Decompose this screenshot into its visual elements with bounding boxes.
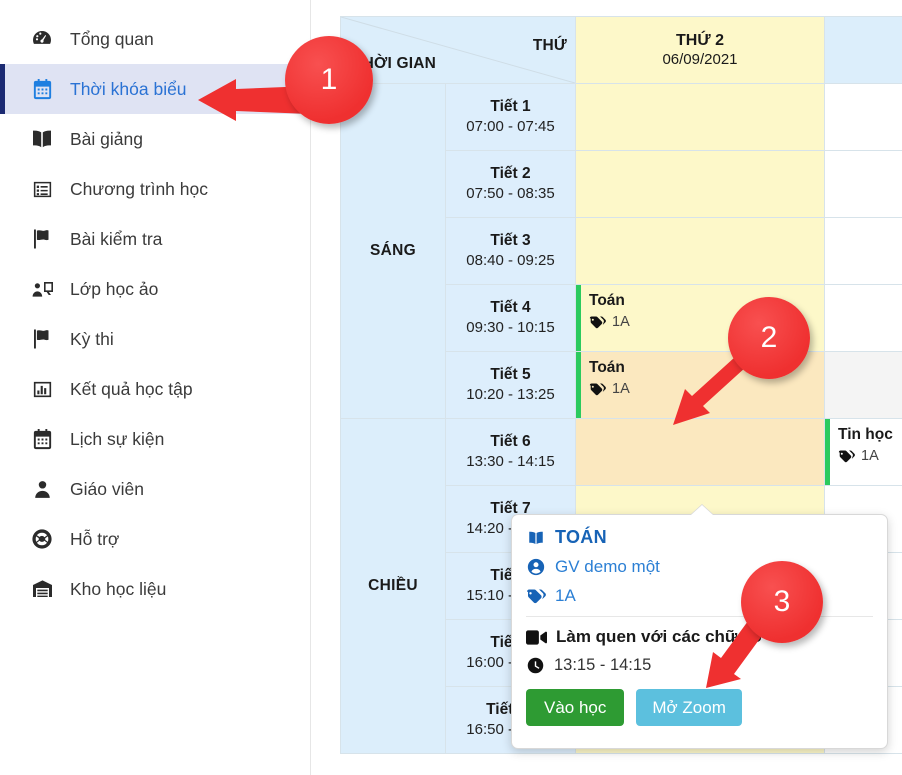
period-name: Tiết 4	[490, 299, 531, 317]
sidebar-item-label: Kho học liệu	[70, 578, 167, 599]
sidebar-item-lop-hoc-ao[interactable]: Lớp học ảo	[0, 264, 310, 314]
popover-time: 13:15 - 14:15	[554, 656, 652, 674]
sidebar-item-kho-hoc-lieu[interactable]: Kho học liệu	[0, 564, 310, 614]
sidebar-item-label: Lớp học ảo	[70, 278, 159, 299]
popover-caret	[691, 505, 713, 515]
period-time: 07:50 - 08:35	[466, 185, 555, 203]
event-tag: 1A	[838, 448, 902, 464]
sidebar-item-tong-quan[interactable]: Tổng quan	[0, 14, 310, 64]
sidebar-item-label: Kỳ thi	[70, 328, 114, 349]
calendar-icon	[27, 426, 57, 452]
list-icon	[27, 176, 57, 202]
sidebar-item-label: Tổng quan	[70, 28, 154, 49]
period-cell: Tiết 4 09:30 - 10:15	[445, 284, 576, 352]
period-name: Tiết 5	[490, 366, 531, 384]
event-subject: Tin học	[838, 426, 893, 443]
slot-day2-p2[interactable]	[824, 150, 902, 218]
event-card[interactable]: Tin học 1A	[825, 419, 902, 485]
timetable-header-row: THỨ THỜI GIAN THỨ 2 06/09/2021	[340, 16, 902, 84]
clock-icon	[526, 656, 545, 675]
popover-teacher-name: GV demo một	[555, 557, 660, 576]
corner-day-label: THỨ	[532, 37, 567, 54]
period-time: 13:30 - 14:15	[466, 453, 555, 471]
popover-subject-row: TOÁN	[526, 527, 873, 548]
bar-chart-icon	[27, 376, 57, 402]
event-tag-label: 1A	[861, 448, 879, 464]
flag-icon	[27, 226, 57, 252]
session-label-chieu: CHIỀU	[340, 418, 446, 754]
annotation-badge-2: 2	[728, 297, 810, 379]
sidebar-item-label: Bài kiểm tra	[70, 228, 163, 249]
popover-teacher-row[interactable]: GV demo một	[526, 557, 873, 577]
day-header-thu-2[interactable]: THỨ 2 06/09/2021	[575, 16, 825, 84]
dashboard-icon	[27, 26, 57, 52]
period-name: Tiết 2	[490, 165, 531, 183]
day-name: THỨ 2	[676, 31, 724, 49]
event-tag-label: 1A	[612, 314, 630, 330]
period-cell: Tiết 6 13:30 - 14:15	[445, 418, 576, 486]
annotation-badge-1: 1	[285, 36, 373, 124]
table-row: CHIỀU Tiết 6 13:30 - 14:15 Tin học 1A	[340, 418, 902, 754]
sidebar-item-lich-su-kien[interactable]: Lịch sự kiện	[0, 414, 310, 464]
table-row: SÁNG Tiết 1 07:00 - 07:45	[340, 83, 902, 419]
tag-icon	[838, 450, 855, 462]
join-class-button[interactable]: Vào học	[526, 689, 625, 726]
sidebar-item-ky-thi[interactable]: Kỳ thi	[0, 314, 310, 364]
sidebar-item-ket-qua-hoc-tap[interactable]: Kết quả học tập	[0, 364, 310, 414]
lifebuoy-icon	[27, 526, 57, 552]
book-icon	[526, 529, 546, 547]
period-time: 07:00 - 07:45	[466, 118, 555, 136]
sidebar-item-giao-vien[interactable]: Giáo viên	[0, 464, 310, 514]
period-cell: Tiết 2 07:50 - 08:35	[445, 150, 576, 218]
period-time: 09:30 - 10:15	[466, 319, 555, 337]
period-name: Tiết 6	[490, 433, 531, 451]
slot-day1-p3[interactable]	[575, 217, 825, 285]
sidebar-item-label: Bài giảng	[70, 128, 143, 149]
tag-icon	[589, 316, 606, 328]
slot-day2-p3[interactable]	[824, 217, 902, 285]
day-date: 06/09/2021	[662, 50, 738, 68]
sidebar-item-label: Lịch sự kiện	[70, 428, 165, 449]
calendar-icon	[27, 76, 57, 102]
slot-day1-p1[interactable]	[575, 83, 825, 151]
period-name: Tiết 1	[490, 98, 531, 116]
sidebar-item-label: Thời khóa biểu	[70, 78, 187, 99]
user-icon	[27, 476, 57, 502]
user-circle-icon	[526, 557, 546, 577]
period-time: 08:40 - 09:25	[466, 252, 555, 270]
video-camera-icon	[526, 629, 547, 645]
slot-day2-p1[interactable]	[824, 83, 902, 151]
flag-icon	[27, 326, 57, 352]
warehouse-icon	[27, 576, 57, 602]
period-cell: Tiết 3 08:40 - 09:25	[445, 217, 576, 285]
book-icon	[27, 126, 57, 152]
annotation-badge-3: 3	[741, 561, 823, 643]
tag-icon	[589, 383, 606, 395]
event-tag-label: 1A	[612, 381, 630, 397]
sidebar-item-chuong-trinh-hoc[interactable]: Chương trình học	[0, 164, 310, 214]
slot-day2-p6[interactable]: Tin học 1A	[824, 418, 902, 486]
timetable-corner-cell: THỨ THỜI GIAN	[340, 16, 576, 84]
session-label-sang: SÁNG	[340, 83, 446, 419]
popover-subject: TOÁN	[555, 527, 607, 547]
sidebar-item-label: Chương trình học	[70, 178, 208, 199]
slot-day2-p4[interactable]	[824, 284, 902, 352]
sidebar-item-label: Hỗ trợ	[70, 528, 120, 549]
day-header-next[interactable]	[824, 16, 902, 84]
sidebar-item-label: Kết quả học tập	[70, 378, 193, 399]
tag-icon	[526, 588, 546, 605]
sidebar-item-label: Giáo viên	[70, 478, 144, 499]
sidebar-item-bai-kiem-tra[interactable]: Bài kiểm tra	[0, 214, 310, 264]
popover-class-tag: 1A	[555, 586, 576, 605]
sidebar-item-ho-tro[interactable]: Hỗ trợ	[0, 514, 310, 564]
slot-day1-p2[interactable]	[575, 150, 825, 218]
period-cell: Tiết 1 07:00 - 07:45	[445, 83, 576, 151]
virtual-class-icon	[27, 276, 57, 302]
period-cell: Tiết 5 10:20 - 13:25	[445, 351, 576, 419]
slot-day2-p5[interactable]	[824, 351, 902, 419]
period-name: Tiết 3	[490, 232, 531, 250]
period-time: 10:20 - 13:25	[466, 386, 555, 404]
